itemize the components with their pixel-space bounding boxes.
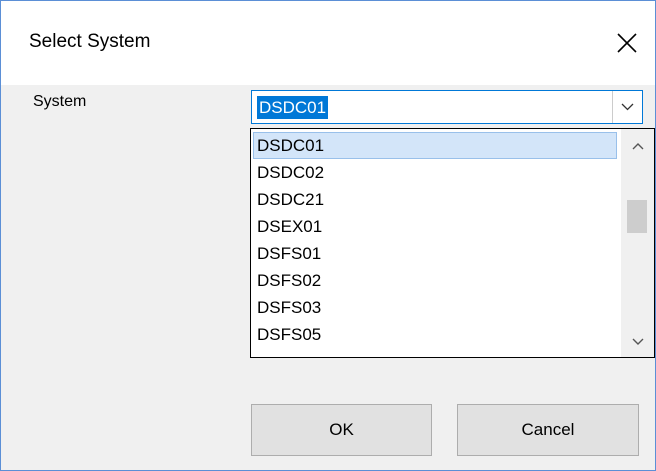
- combobox-dropdown-button[interactable]: [612, 91, 642, 123]
- list-item[interactable]: DSFS05: [253, 321, 617, 348]
- title-bar: Select System: [1, 1, 655, 85]
- list-item[interactable]: DSDC02: [253, 159, 617, 186]
- chevron-up-icon: [632, 143, 643, 150]
- chevron-down-icon: [621, 103, 634, 111]
- list-item[interactable]: DSDC21: [253, 186, 617, 213]
- system-combobox[interactable]: DSDC01: [251, 90, 643, 124]
- cancel-button[interactable]: Cancel: [457, 404, 639, 456]
- scroll-up-button[interactable]: [621, 131, 654, 161]
- list-item[interactable]: DSFS02: [253, 267, 617, 294]
- list-item[interactable]: DSDC01: [253, 132, 617, 159]
- list-item[interactable]: DSFS03: [253, 294, 617, 321]
- list-item[interactable]: DSFS01: [253, 240, 617, 267]
- scroll-thumb[interactable]: [627, 200, 647, 233]
- close-icon: [617, 33, 637, 53]
- ok-button[interactable]: OK: [251, 404, 432, 456]
- system-dropdown-list[interactable]: DSDC01 DSDC02 DSDC21 DSEX01 DSFS01 DSFS0…: [250, 128, 655, 358]
- scroll-down-button[interactable]: [621, 327, 654, 357]
- dropdown-scrollbar[interactable]: [621, 129, 654, 357]
- list-item[interactable]: DSEX01: [253, 213, 617, 240]
- chevron-down-icon: [632, 338, 643, 345]
- close-button[interactable]: [605, 21, 649, 65]
- dialog-title: Select System: [29, 31, 151, 52]
- system-label: System: [33, 93, 87, 110]
- system-combobox-value[interactable]: DSDC01: [257, 96, 329, 119]
- select-system-dialog: Select System System DSDC01 DSDC01 DSDC0…: [0, 0, 656, 471]
